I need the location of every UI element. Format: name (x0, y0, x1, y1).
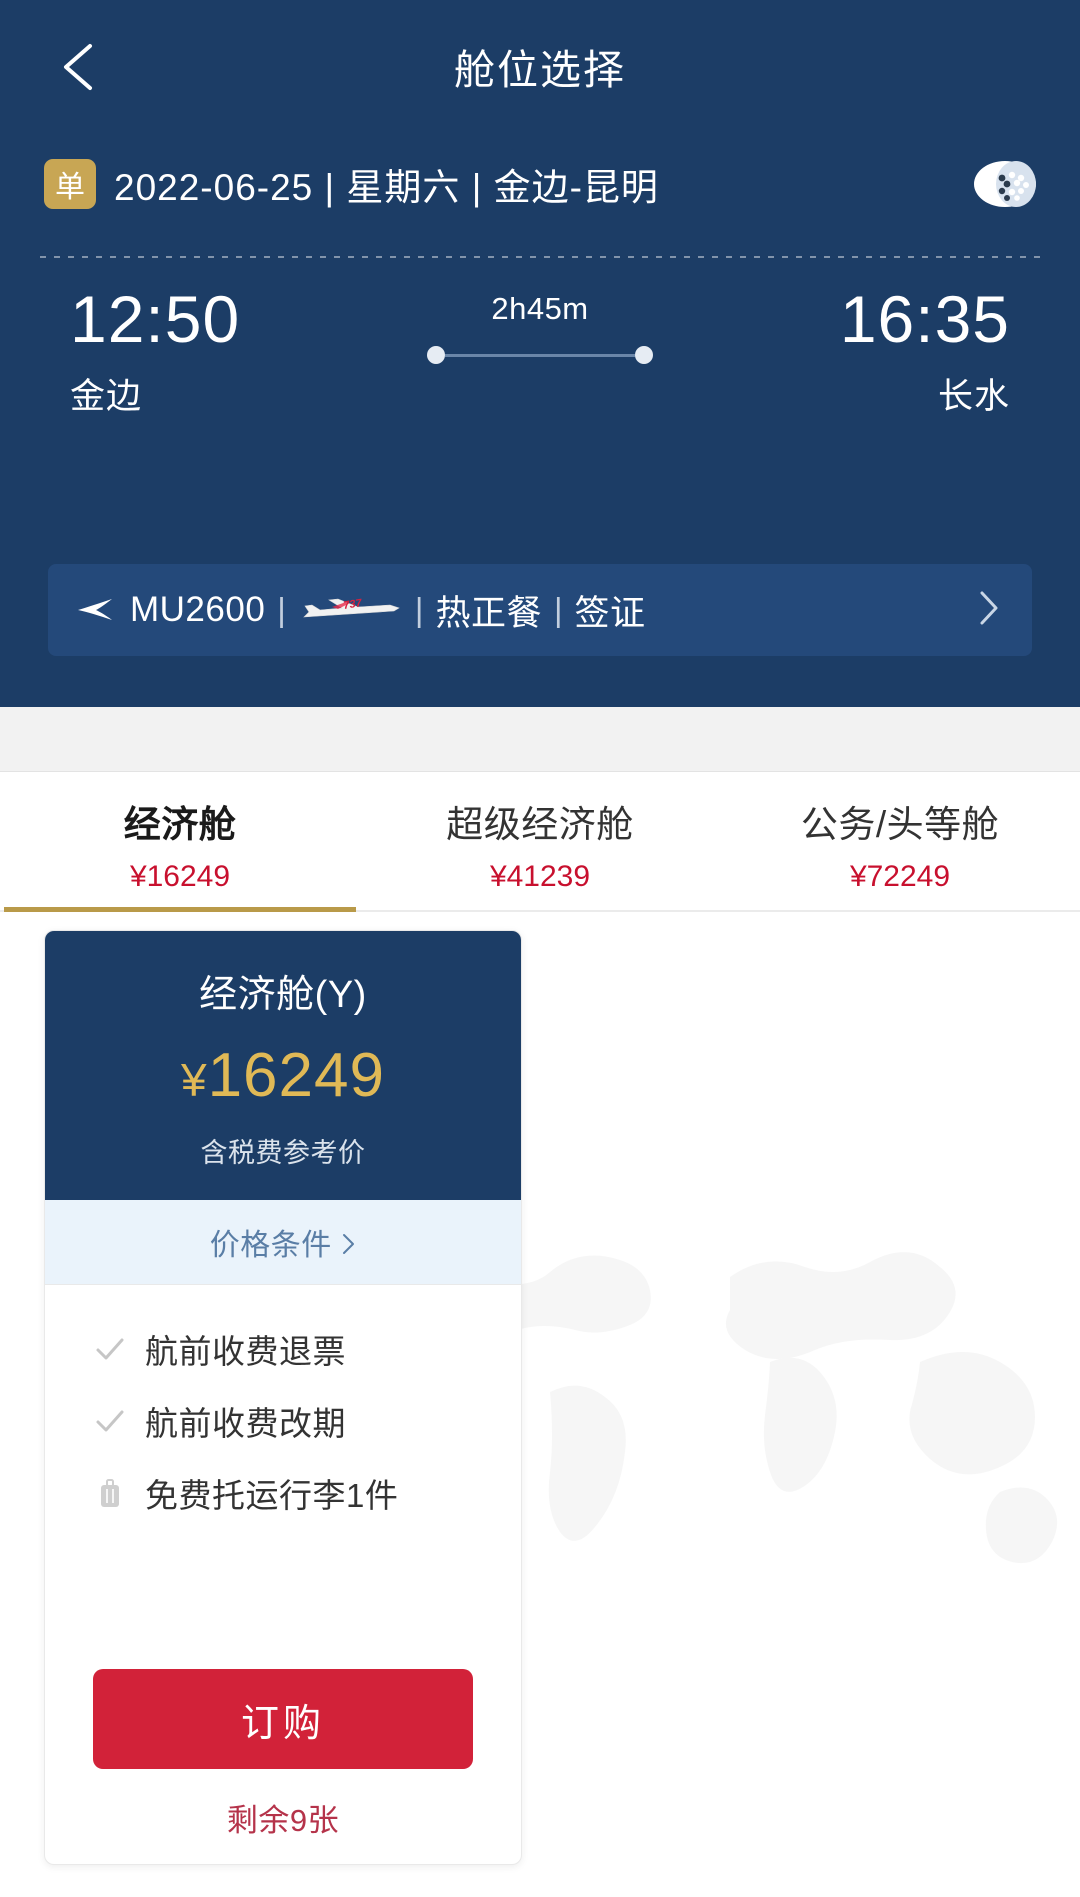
trip-summary-text: 2022-06-25 | 星期六 | 金边-昆明 (114, 167, 659, 208)
route-dot-end (635, 346, 653, 364)
arrival-airport: 长水 (937, 377, 1010, 417)
list-item: 免费托运行李1件 (93, 1469, 521, 1517)
benefit-label: 航前收费退票 (145, 1333, 346, 1370)
cabin-class-tabs: 经济舱 ¥16249 超级经济舱 ¥41239 公务/头等舱 ¥72249 (0, 772, 1080, 912)
tab-premium-economy-price: ¥41239 (489, 860, 591, 893)
order-area: 订购 剩余9张 (45, 1669, 521, 1840)
route-line (390, 345, 690, 365)
chevron-right-icon (343, 1234, 355, 1254)
duration-block: 2h45m (390, 291, 690, 365)
flight-details-bar[interactable]: MU2600 | 737 | 热正餐 | 签证 (48, 564, 1032, 656)
trip-type-badge: 单 (44, 159, 96, 209)
departure-time: 12:50 (70, 282, 241, 356)
price-conditions-label: 价格条件 (209, 1229, 332, 1262)
remaining-seats-label: 剩余9张 (226, 1803, 340, 1838)
benefit-label: 航前收费改期 (145, 1405, 346, 1442)
header-content-gap (0, 707, 1080, 772)
order-button[interactable]: 订购 (93, 1669, 473, 1769)
scan-icon-glyph (974, 161, 1036, 207)
flight-sep-3: | (553, 591, 563, 628)
benefit-label: 免费托运行李1件 (145, 1477, 399, 1514)
tab-business-first[interactable]: 公务/头等舱 ¥72249 (720, 772, 1080, 912)
tab-economy-price: ¥16249 (129, 860, 231, 893)
flight-header: 舱位选择 单 2022-06-25 | 星期六 | 金边-昆明 12:50 金边… (0, 0, 1080, 707)
route-segment (445, 353, 635, 357)
tab-premium-economy[interactable]: 超级经济舱 ¥41239 (360, 772, 720, 912)
arrival-time: 16:35 (839, 282, 1010, 356)
flight-duration: 2h45m (491, 291, 589, 326)
flight-details-chevron (974, 585, 1004, 636)
fare-price-note: 含税费参考价 (200, 1138, 366, 1168)
luggage-icon (93, 1476, 127, 1510)
page-title: 舱位选择 (454, 47, 626, 93)
fare-benefits-list: 航前收费退票 航前收费改期 免费托运行李1件 (45, 1285, 521, 1517)
route-dot-start (427, 346, 445, 364)
trip-summary-row: 单 2022-06-25 | 星期六 | 金边-昆明 (44, 155, 1036, 213)
header-divider (40, 256, 1040, 258)
tab-business-first-label: 公务/头等舱 (800, 804, 1000, 845)
check-icon (93, 1332, 127, 1366)
scan-icon[interactable] (974, 161, 1036, 207)
fare-currency-symbol: ¥ (180, 1054, 208, 1106)
list-item: 航前收费改期 (93, 1397, 521, 1445)
fare-price-value: 16249 (207, 1041, 385, 1110)
visa-label: 签证 (574, 593, 646, 633)
flight-number: MU2600 (130, 590, 266, 629)
fare-card-header: 经济舱(Y) ¥16249 含税费参考价 (45, 931, 521, 1200)
itinerary-times: 12:50 金边 2h45m 16:35 长水 (60, 282, 1020, 435)
departure-block: 12:50 金边 (70, 282, 400, 419)
fare-list-area: 经济舱(Y) ¥16249 含税费参考价 价格条件 航前收费退票 航前收费改期 … (0, 912, 1080, 1897)
meal-label: 热正餐 (435, 593, 542, 633)
tab-premium-economy-label: 超级经济舱 (446, 804, 634, 845)
arrival-block: 16:35 长水 (680, 282, 1010, 419)
chevron-right-icon (980, 591, 998, 624)
fare-price: ¥16249 (45, 1040, 521, 1111)
flight-sep-1: | (277, 591, 286, 628)
fare-cabin-name: 经济舱(Y) (199, 974, 367, 1016)
list-item: 航前收费退票 (93, 1325, 521, 1373)
departure-airport: 金边 (70, 377, 143, 417)
cabin-selection-screen: 舱位选择 单 2022-06-25 | 星期六 | 金边-昆明 12:50 金边… (0, 0, 1080, 1897)
tab-business-first-price: ¥72249 (849, 860, 951, 893)
aircraft-737-icon: 737 (298, 592, 403, 628)
china-eastern-logo-icon (78, 599, 112, 620)
check-icon (93, 1404, 127, 1438)
tab-economy[interactable]: 经济舱 ¥16249 (0, 772, 360, 912)
flight-sep-2: | (414, 591, 424, 628)
fare-card-economy: 经济舱(Y) ¥16249 含税费参考价 价格条件 航前收费退票 航前收费改期 … (44, 930, 522, 1865)
navbar: 舱位选择 (0, 0, 1080, 130)
price-conditions-chevron (340, 1231, 356, 1262)
tab-economy-label: 经济舱 (123, 804, 237, 845)
price-conditions-link[interactable]: 价格条件 (45, 1200, 521, 1285)
